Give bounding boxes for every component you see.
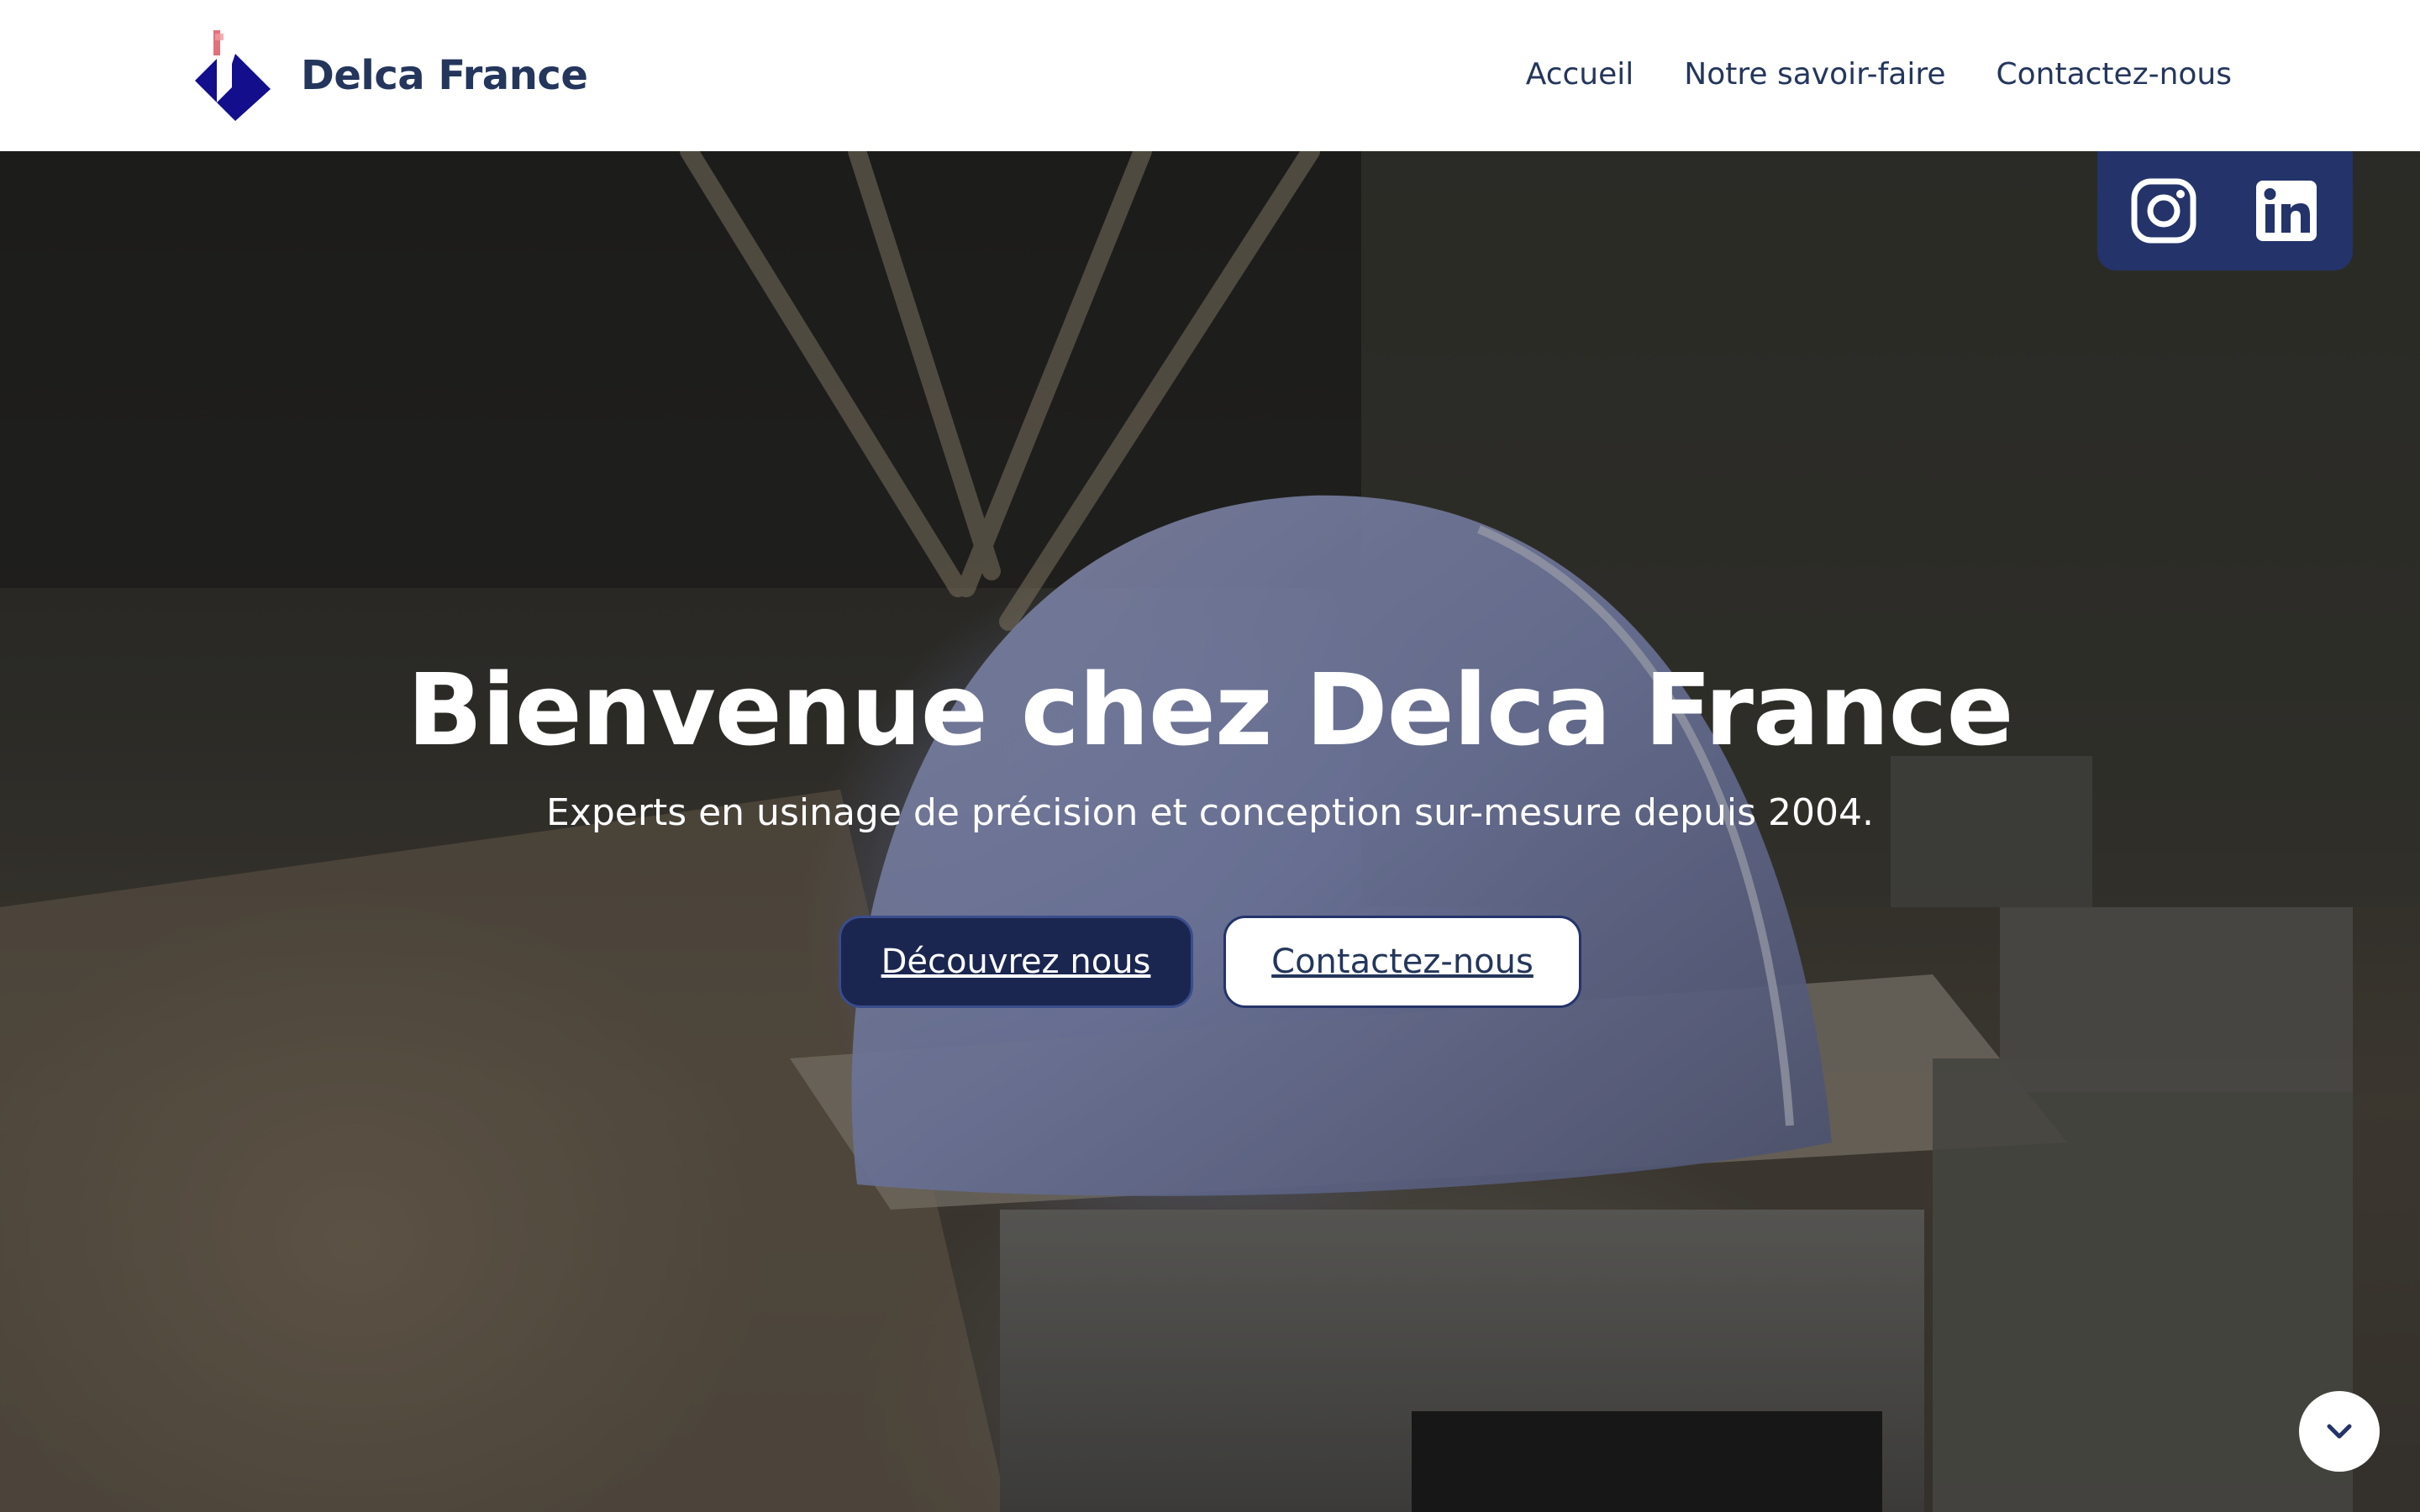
linkedin-icon (2256, 181, 2317, 241)
linkedin-link[interactable] (2253, 177, 2320, 244)
hero-title: Bienvenue chez Delca France (407, 652, 2013, 768)
nav-link-accueil[interactable]: Accueil (1526, 52, 1634, 97)
nav-link-savoir-faire[interactable]: Notre savoir-faire (1684, 52, 1945, 97)
discover-button[interactable]: Découvrez nous (839, 916, 1193, 1008)
hero-buttons: Découvrez nous Contactez-nous (0, 916, 2420, 1008)
instagram-icon (2131, 178, 2196, 244)
delca-diamond-logo-icon (195, 30, 271, 121)
hero-content: Bienvenue chez Delca France Experts en u… (0, 647, 2420, 1008)
chevron-down-icon (2327, 1424, 2352, 1439)
contact-button[interactable]: Contactez-nous (1223, 916, 1581, 1008)
nav-link-contact[interactable]: Contactez-nous (1996, 52, 2232, 97)
instagram-link[interactable] (2130, 177, 2197, 244)
social-links (2097, 151, 2353, 270)
brand-name: Delca France (301, 52, 588, 99)
hero-section: Bienvenue chez Delca France Experts en u… (0, 151, 2420, 1512)
scroll-down-button[interactable] (2299, 1391, 2380, 1472)
brand-logo-link[interactable]: Delca France (195, 30, 588, 121)
main-nav: Accueil Notre savoir-faire Contactez-nou… (1526, 52, 2232, 97)
hero-subtitle: Experts en usinage de précision et conce… (546, 791, 1874, 834)
site-header: Delca France Accueil Notre savoir-faire … (0, 0, 2420, 151)
